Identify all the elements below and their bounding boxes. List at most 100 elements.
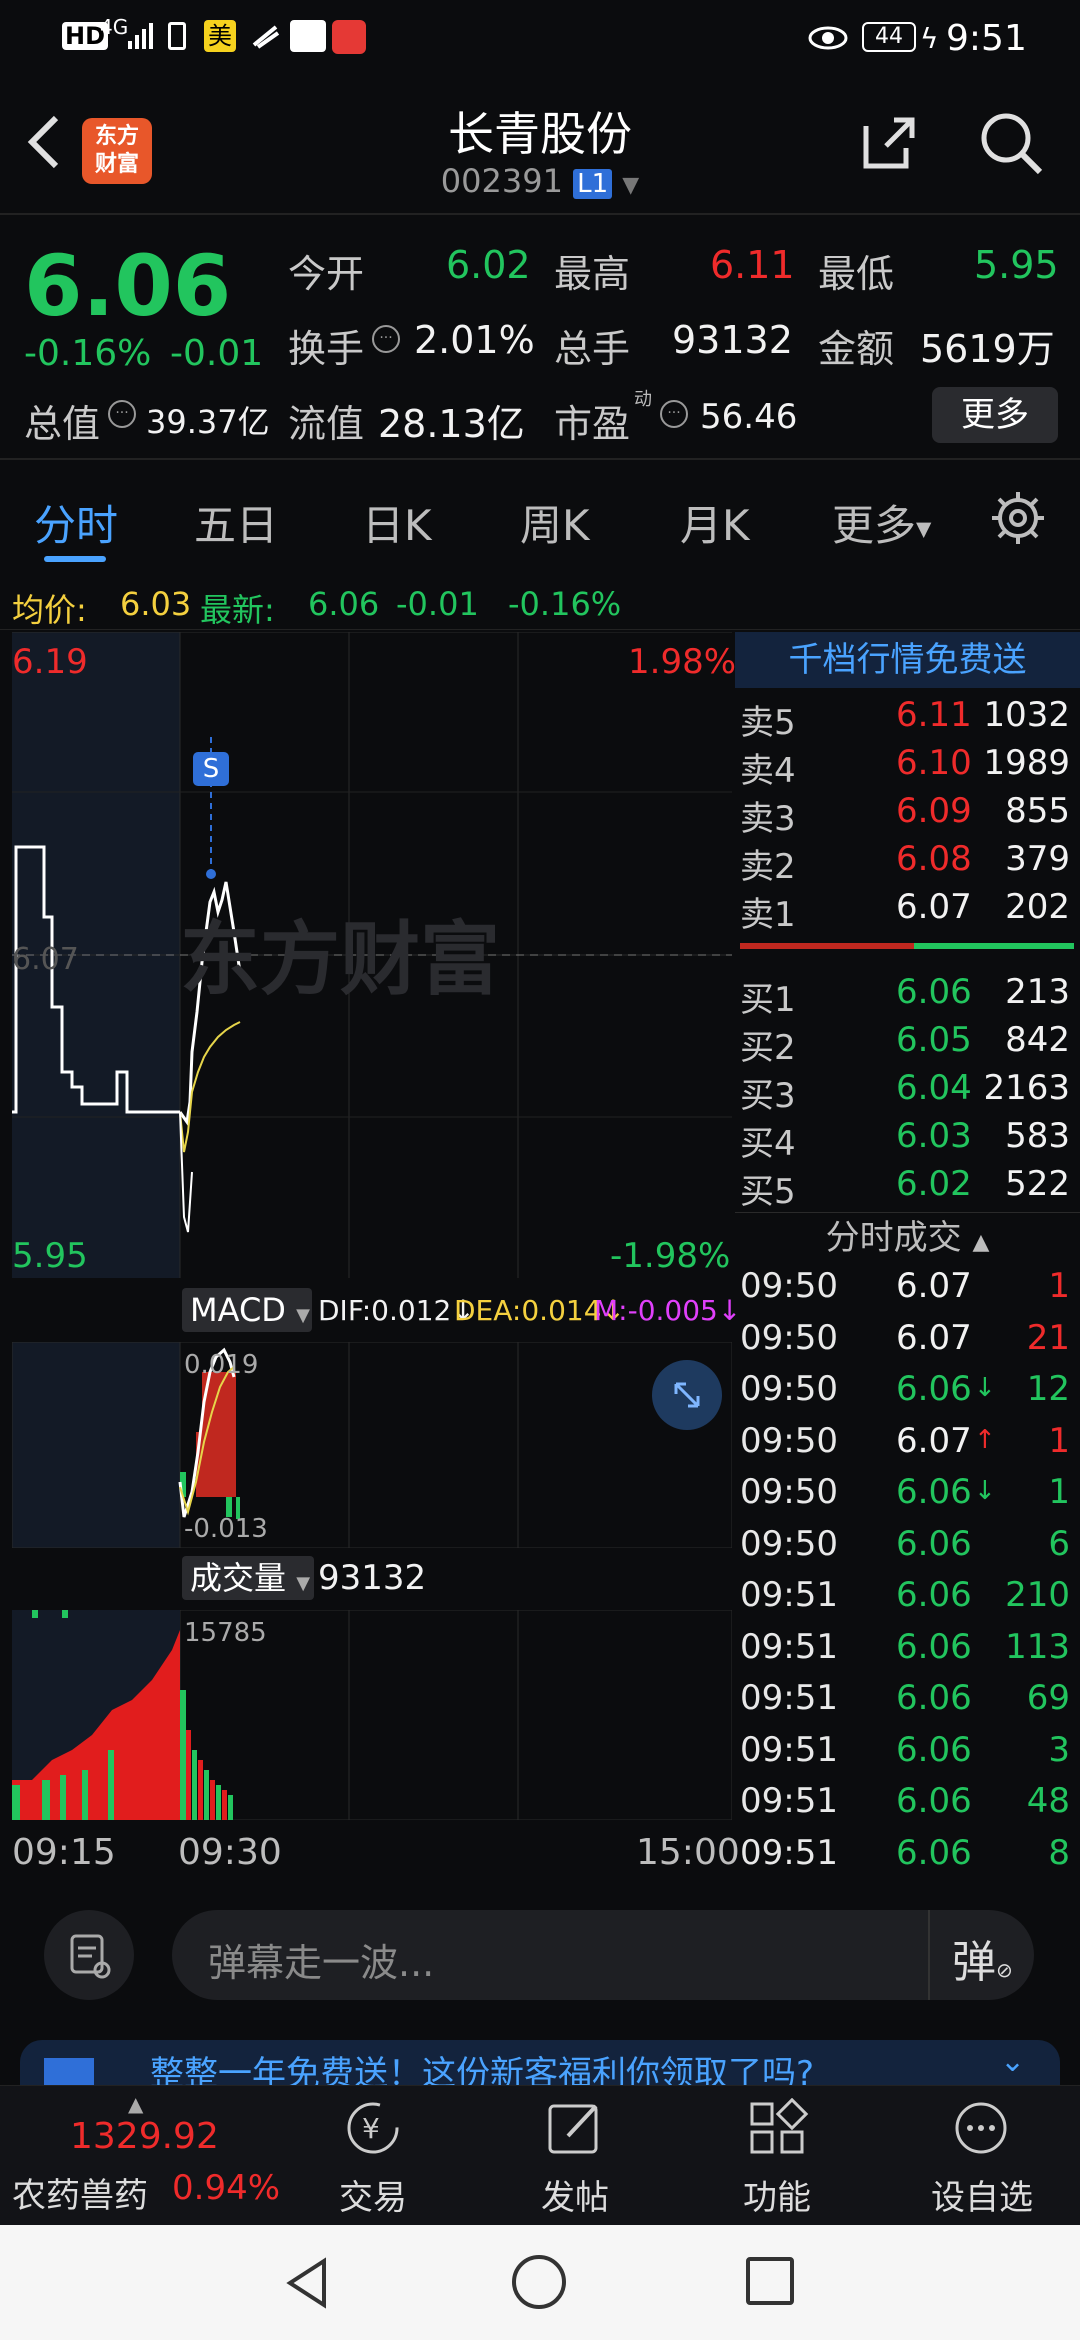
svg-text:¥: ¥ <box>362 2112 380 2145</box>
bid-label: 买3 <box>740 1076 796 1116</box>
settings-icon[interactable] <box>990 490 1046 546</box>
volume-selector[interactable]: 成交量 ▼ <box>182 1556 314 1600</box>
tab-daily-k[interactable]: 日K <box>362 492 432 553</box>
latest-value: 6.06 <box>308 585 380 623</box>
ask-volume: 1989 <box>983 743 1070 783</box>
signal-marker[interactable]: S <box>193 752 229 786</box>
market-cap-label: 总值 <box>24 402 101 446</box>
info-icon[interactable]: ··· <box>372 325 400 353</box>
ask-row[interactable]: 卖4 6.10 1989 <box>740 743 1080 791</box>
danmu-placeholder: 弹幕走一波... <box>208 1941 435 1985</box>
tick-price: 6.06 <box>896 1832 972 1873</box>
ask-price: 6.11 <box>896 695 972 735</box>
info-icon[interactable]: ··· <box>108 400 136 428</box>
trade-icon[interactable]: ¥ <box>338 2098 408 2158</box>
ask-volume: 1032 <box>983 695 1070 735</box>
avg-label: 均价: <box>12 591 87 629</box>
level2-promo[interactable]: 千档行情免费送 <box>735 632 1080 688</box>
danmu-settings-icon[interactable] <box>44 1910 134 2000</box>
bid-row[interactable]: 买5 6.02 522 <box>740 1164 1080 1212</box>
ask-price: 6.10 <box>896 743 972 783</box>
search-icon[interactable] <box>978 110 1044 176</box>
tick-price: 6.07 <box>896 1420 972 1461</box>
tick-price: 6.07 <box>896 1317 972 1358</box>
clock: 9:51 <box>946 18 1027 59</box>
pe-label: 市盈 <box>554 402 631 446</box>
caret-down-icon: ▼ <box>296 1573 311 1594</box>
sector-name[interactable]: 农药兽药 <box>12 2168 148 2217</box>
float-cap-value: 28.13亿 <box>378 402 525 446</box>
tick-list[interactable]: 09:50 6.07 1 09:50 6.07 21 09:50 6.06 ↓ 12 09:50 6.… <box>740 1266 1080 1886</box>
tab-monthly-k[interactable]: 月K <box>680 492 750 553</box>
status-bar: HD 4G 美 44 ϟ 9:51 <box>0 0 1080 80</box>
volume-indicator-label: 成交量 <box>190 1559 287 1597</box>
macd-chart[interactable] <box>11 1341 733 1549</box>
tick-direction-icon: ↑ <box>974 1424 996 1455</box>
tick-header[interactable]: 分时成交 ▲ <box>735 1212 1080 1264</box>
functions-icon[interactable] <box>744 2097 810 2158</box>
pe-value: 56.46 <box>700 397 798 437</box>
latest-change: -0.01 <box>396 585 479 623</box>
stock-code-row[interactable]: 002391 L1 ▼ <box>0 162 1080 200</box>
recents-nav-icon[interactable] <box>746 2257 794 2305</box>
ask-row[interactable]: 卖1 6.07 202 <box>740 887 1080 935</box>
tick-row: 09:51 6.06 113 <box>740 1627 1080 1675</box>
volume-chart[interactable] <box>11 1609 733 1821</box>
add-watchlist-label[interactable]: 设自选 <box>924 2170 1040 2219</box>
add-watchlist-icon[interactable] <box>948 2098 1014 2158</box>
ask-row[interactable]: 卖2 6.08 379 <box>740 839 1080 887</box>
tab-intraday[interactable]: 分时 <box>34 492 118 553</box>
functions-label[interactable]: 功能 <box>742 2170 812 2219</box>
tab-five-day[interactable]: 五日 <box>194 492 278 553</box>
info-icon[interactable]: ··· <box>660 400 688 428</box>
tab-weekly-k[interactable]: 周K <box>520 492 590 553</box>
bid-row[interactable]: 买3 6.04 2163 <box>740 1068 1080 1116</box>
post-label[interactable]: 发帖 <box>540 2170 610 2219</box>
watermark: 东方财富 <box>180 913 500 1006</box>
ask-row[interactable]: 卖3 6.09 855 <box>740 791 1080 839</box>
page-title: 长青股份 <box>448 107 632 161</box>
expand-icon[interactable] <box>652 1360 722 1430</box>
latest-pct: -0.16% <box>508 585 622 623</box>
tick-time: 09:50 <box>740 1266 838 1306</box>
tick-time: 09:51 <box>740 1832 838 1873</box>
tab-more[interactable]: 更多▼ <box>832 492 931 553</box>
bid-price: 6.04 <box>896 1068 972 1108</box>
volume-value: 93132 <box>672 318 793 362</box>
sector-pct: 0.94% <box>172 2168 281 2208</box>
open-label: 今开 <box>288 252 365 296</box>
back-nav-icon[interactable] <box>282 2255 332 2311</box>
ask-price: 6.08 <box>896 839 972 879</box>
alert-icon <box>168 22 186 50</box>
tick-volume: 6 <box>1048 1523 1070 1564</box>
chevron-down-icon[interactable]: ⌄ <box>1000 2044 1025 2079</box>
tick-price: 6.06 <box>896 1472 972 1512</box>
tick-price: 6.06 <box>896 1523 972 1564</box>
promo-banner[interactable]: 整整一年免费送！这份新客福利你领取了吗? ⌄ <box>20 2040 1060 2085</box>
tick-volume: 1 <box>1048 1472 1070 1512</box>
macd-selector[interactable]: MACD ▼ <box>182 1288 312 1332</box>
current-price: 6.06 <box>24 237 232 335</box>
bid-volume: 2163 <box>983 1068 1070 1108</box>
post-icon[interactable] <box>542 2098 608 2158</box>
bid-label: 买1 <box>740 980 796 1020</box>
ask-ratio-fill <box>740 943 914 949</box>
tick-volume: 210 <box>1005 1575 1070 1615</box>
ask-price: 6.09 <box>896 791 972 831</box>
danmu-input[interactable]: 弹幕走一波... 弹⊘ <box>172 1910 1034 2000</box>
share-icon[interactable] <box>858 112 918 172</box>
tick-price: 6.06 <box>896 1369 972 1409</box>
ask-row[interactable]: 卖5 6.11 1032 <box>740 695 1080 743</box>
more-button[interactable]: 更多 <box>932 387 1058 443</box>
danmu-toggle-icon[interactable]: 弹⊘ <box>952 1926 1013 1990</box>
bid-row[interactable]: 买4 6.03 583 <box>740 1116 1080 1164</box>
app-icon <box>250 20 280 50</box>
turnover-label: 换手 <box>288 327 365 371</box>
bid-ask-ratio-bar <box>740 943 1074 949</box>
macd-dif: DIF:0.012↓ <box>318 1294 475 1327</box>
bid-row[interactable]: 买2 6.05 842 <box>740 1020 1080 1068</box>
home-nav-icon[interactable] <box>512 2255 566 2309</box>
trade-label[interactable]: 交易 <box>338 2170 408 2219</box>
bid-row[interactable]: 买1 6.06 213 <box>740 972 1080 1020</box>
price-change: -0.01 <box>170 333 264 374</box>
